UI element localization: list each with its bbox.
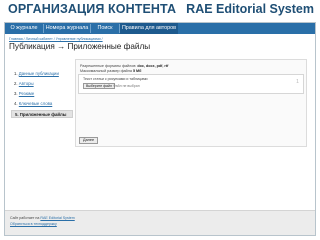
- footer-support: Обратиться в техподдержку: [10, 222, 57, 226]
- sidebar-item-publication-data[interactable]: 1. Данные публикации: [11, 70, 73, 78]
- step-label: Авторы: [18, 81, 34, 86]
- support-link[interactable]: Обратиться в техподдержку: [10, 222, 57, 226]
- step-number: 4.: [14, 101, 18, 106]
- step-number: 3.: [14, 91, 18, 96]
- top-nav: О журнале Номера журнала Поиск Правила д…: [5, 23, 315, 34]
- step-label: Данные публикации: [18, 71, 59, 76]
- max-file-size-value: 5 Mб: [132, 69, 142, 73]
- page-title: Публикация → Приложенные файлы: [9, 42, 151, 51]
- step-number: 2.: [14, 81, 18, 86]
- page-footer: Сайт работает на RAE Editorial System Об…: [5, 210, 315, 235]
- allowed-formats-value: doc, docx, pdf, rtf: [137, 64, 169, 68]
- footer-system-link[interactable]: RAE Editorial System: [40, 216, 74, 220]
- step-label: Ключевые слова: [18, 101, 53, 106]
- slide-header: ОРГАНИЗАЦИЯ КОНТЕНТА RAE Editorial Syste…: [0, 0, 320, 22]
- nav-item-issues[interactable]: Номера журнала: [44, 23, 90, 34]
- choose-file-button[interactable]: Выберите файл: [83, 83, 115, 89]
- step-label: Приложенные файлы: [19, 112, 67, 117]
- breadcrumb[interactable]: Главная / Личный кабинет / Управление пу…: [9, 37, 103, 41]
- step-number: 1.: [14, 71, 18, 76]
- attachments-panel: Разрешенные форматы файлов: doc, docx, p…: [75, 59, 307, 147]
- file-upload-row: Текст статьи с рисунками и таблицами Выб…: [78, 74, 304, 94]
- footer-prefix: Сайт работает на: [10, 216, 40, 220]
- file-description: Текст статьи с рисунками и таблицами: [83, 77, 148, 81]
- no-file-status: Файл не выбран: [113, 84, 140, 88]
- step-label: Резюме: [18, 91, 35, 96]
- sidebar-item-authors[interactable]: 2. Авторы: [11, 80, 73, 88]
- nav-item-author-rules[interactable]: Правила для авторов: [120, 23, 178, 34]
- nav-item-about[interactable]: О журнале: [5, 23, 43, 34]
- footer-powered-by: Сайт работает на RAE Editorial System: [10, 216, 75, 220]
- step-number: 5.: [15, 112, 19, 117]
- max-file-size-label: Максимальный размер файла: [80, 69, 132, 73]
- sidebar-item-keywords[interactable]: 4. Ключевые слова: [11, 100, 73, 108]
- browser-screenshot: О журнале Номера журнала Поиск Правила д…: [4, 22, 316, 236]
- file-index: 1: [295, 79, 299, 85]
- slide-title: ОРГАНИЗАЦИЯ КОНТЕНТА: [8, 2, 177, 16]
- max-file-size: Максимальный размер файла 5 Mб: [80, 69, 141, 73]
- allowed-formats: Разрешенные форматы файлов: doc, docx, p…: [80, 64, 168, 68]
- sidebar-item-attached-files[interactable]: 5. Приложенные файлы: [11, 110, 73, 118]
- sidebar-item-abstract[interactable]: 3. Резюме: [11, 90, 73, 98]
- nav-item-search[interactable]: Поиск: [91, 23, 119, 34]
- next-button[interactable]: Далее: [79, 137, 99, 144]
- slide-brand: RAE Editorial System: [186, 2, 314, 16]
- allowed-formats-label: Разрешенные форматы файлов:: [80, 64, 137, 68]
